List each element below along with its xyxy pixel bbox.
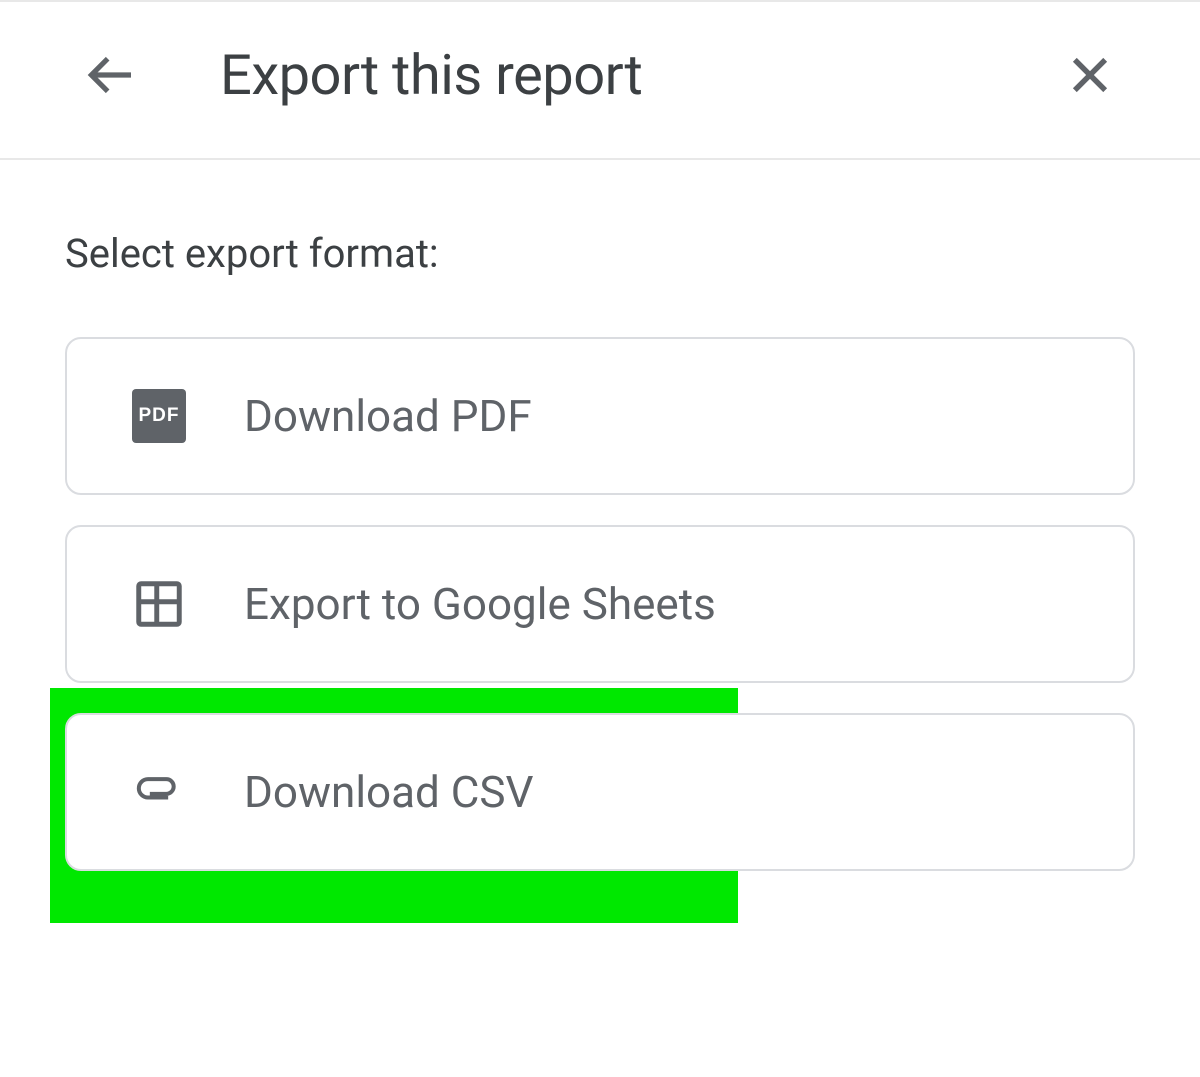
sheets-icon: [132, 577, 186, 631]
dialog-header: Export this report: [0, 2, 1200, 160]
export-option-csv[interactable]: Download CSV: [65, 713, 1135, 871]
close-button[interactable]: [1060, 45, 1120, 105]
option-highlighted-wrapper: Download CSV: [65, 713, 1135, 871]
option-label: Export to Google Sheets: [244, 578, 716, 630]
export-option-sheets[interactable]: Export to Google Sheets: [65, 525, 1135, 683]
pdf-icon: PDF: [132, 389, 186, 443]
back-button[interactable]: [80, 45, 140, 105]
attachment-icon: [132, 765, 186, 819]
arrow-left-icon: [82, 47, 138, 103]
dialog-content: Select export format: PDF Download PDF E…: [0, 160, 1200, 871]
close-icon: [1064, 49, 1116, 101]
dialog-title: Export this report: [220, 42, 642, 108]
option-label: Download CSV: [244, 766, 534, 818]
section-subtitle: Select export format:: [65, 230, 1135, 277]
export-option-pdf[interactable]: PDF Download PDF: [65, 337, 1135, 495]
option-label: Download PDF: [244, 390, 532, 442]
export-dialog: Export this report Select export format:…: [0, 0, 1200, 1077]
